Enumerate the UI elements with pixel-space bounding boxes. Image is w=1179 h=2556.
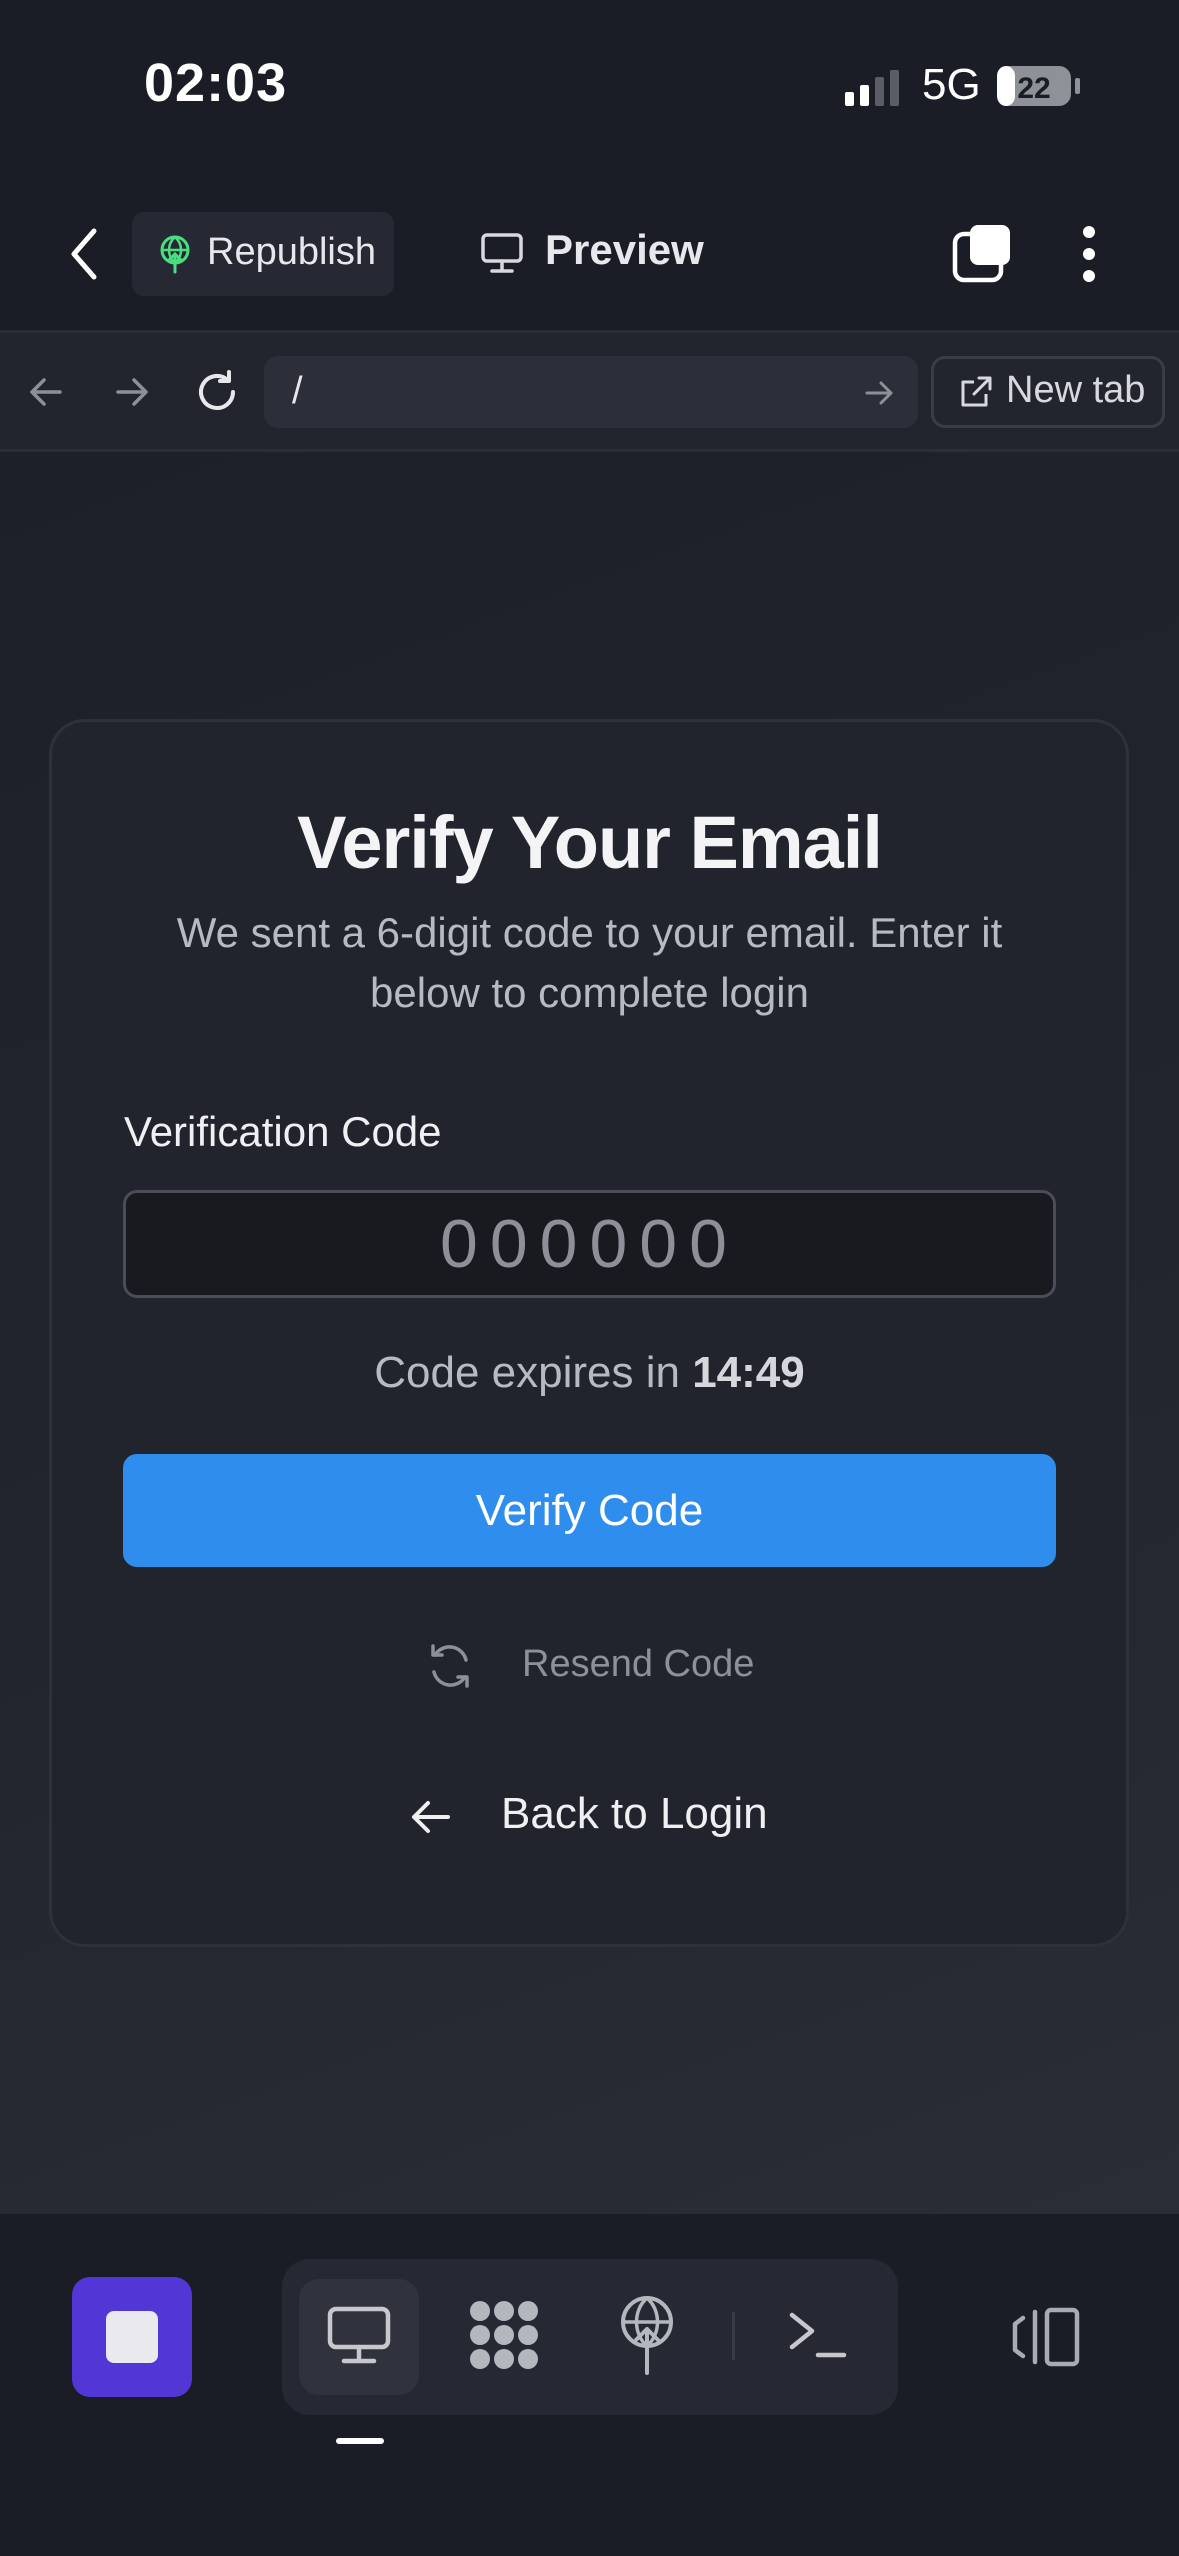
- battery-icon: 22: [995, 62, 1083, 110]
- reload-icon[interactable]: [193, 368, 241, 416]
- preview-tab[interactable]: Preview: [545, 226, 704, 274]
- deploy-globe-icon[interactable]: [617, 2295, 677, 2375]
- url-text[interactable]: /: [292, 370, 303, 413]
- panel-toggle-icon[interactable]: [1011, 2306, 1081, 2368]
- arrow-right-icon[interactable]: [112, 372, 152, 412]
- more-vertical-icon[interactable]: [1076, 224, 1102, 284]
- battery-level: 22: [1017, 72, 1050, 105]
- chevron-left-icon[interactable]: [62, 225, 108, 283]
- deploy-globe-icon: [157, 234, 193, 274]
- page-subtitle: We sent a 6-digit code to your email. En…: [176, 909, 1003, 1016]
- arrow-right-icon[interactable]: [862, 376, 896, 410]
- toolbar-divider: [732, 2312, 735, 2360]
- republish-label[interactable]: Republish: [207, 231, 376, 274]
- active-tab-indicator: [336, 2438, 384, 2444]
- url-bar[interactable]: [264, 356, 918, 428]
- arrow-left-icon[interactable]: [26, 372, 66, 412]
- verification-code-input[interactable]: [123, 1190, 1056, 1298]
- monitor-icon[interactable]: [326, 2305, 392, 2365]
- status-time: 02:03: [144, 53, 288, 113]
- expiry-prefix: Code expires in: [374, 1348, 680, 1397]
- page-title: Verify Your Email: [297, 801, 883, 884]
- resend-code-button[interactable]: Resend Code: [522, 1643, 754, 1686]
- verify-code-button[interactable]: Verify Code: [123, 1454, 1056, 1567]
- signal-icon: [843, 68, 905, 108]
- monitor-icon[interactable]: [480, 232, 524, 274]
- back-to-login-link[interactable]: Back to Login: [501, 1789, 768, 1839]
- expiry-notice: Code expires in 14:49: [0, 1348, 1179, 1398]
- refresh-icon[interactable]: [424, 1640, 476, 1692]
- new-tab-label[interactable]: New tab: [1006, 369, 1145, 412]
- expiry-time: 14:49: [692, 1348, 805, 1397]
- arrow-left-icon[interactable]: [408, 1796, 454, 1838]
- tabs-icon[interactable]: [952, 222, 1014, 284]
- stop-icon: [106, 2311, 158, 2363]
- network-type: 5G: [922, 60, 981, 109]
- code-label: Verification Code: [124, 1108, 442, 1155]
- terminal-icon[interactable]: [788, 2309, 848, 2361]
- external-link-icon: [958, 374, 994, 410]
- grid-blobs-icon[interactable]: [467, 2298, 541, 2372]
